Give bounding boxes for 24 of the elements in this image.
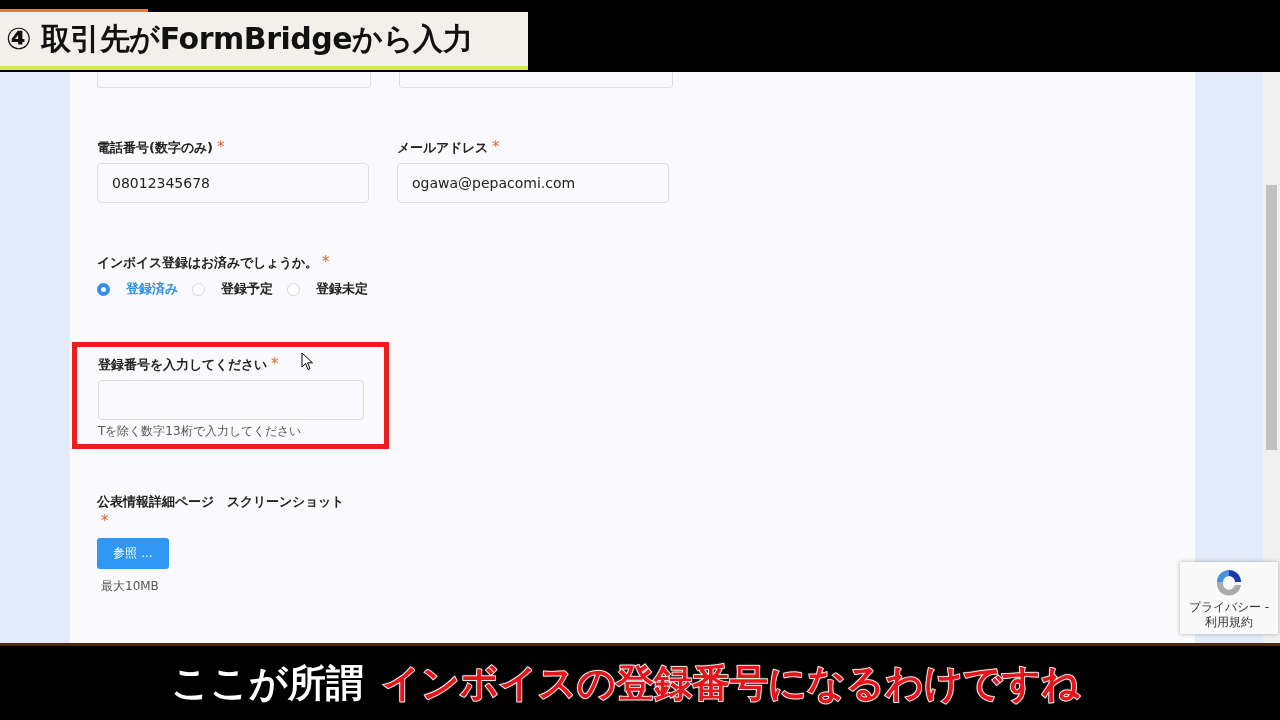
cursor-icon [301,352,314,371]
radio-label[interactable]: 登録予定 [221,280,273,298]
hint-text: Tを除く数字13桁で入力してください [98,423,302,440]
required-mark: * [271,355,279,373]
caption-text: ここが所謂 [170,659,364,707]
input-field[interactable]: ogawa@pepacomi.com [397,163,669,203]
required-mark: * [492,138,500,156]
size-note: 最大10MB [101,578,160,595]
field-label: メールアドレス [397,139,488,157]
radio-button[interactable] [97,282,110,296]
recaptcha-icon [1214,567,1244,597]
field-label: 登録番号を入力してください [98,356,267,374]
title-text: ④ 取引先がFormBridgeから入力 [6,19,473,58]
required-mark: * [322,253,330,271]
required-mark: * [216,138,225,156]
caption-text: インボイスの登録番号になるわけですね [381,659,1080,707]
privacy-link[interactable]: プライバシー - [1188,600,1270,615]
field-label: 公表情報詳細ページ スクリーンショット [97,493,345,511]
field-label: 電話番号(数字のみ) [97,139,213,157]
input-field[interactable]: 08012345678 [97,163,369,203]
terms-link[interactable]: 利用規約 [1205,615,1253,630]
radio-label[interactable]: 登録未定 [316,280,368,298]
required-mark: * [101,512,109,530]
question-label: インボイス登録はお済みでしょうか。 [97,254,318,272]
